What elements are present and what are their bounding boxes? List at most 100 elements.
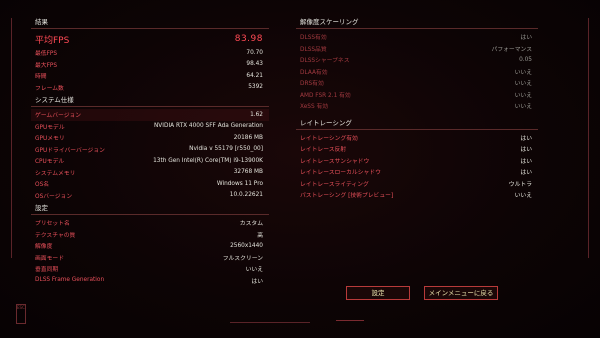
row-label: 垂直同期: [35, 267, 59, 274]
row-value: いいえ: [514, 69, 532, 76]
row-label: 解像度: [35, 244, 53, 251]
frame-tick-bottom: [336, 320, 364, 321]
settings-row: 画面モード フルスクリーン: [31, 252, 269, 264]
scaling-row: DLSS品質 パフォーマンス: [296, 43, 538, 55]
row-label: 時間: [35, 74, 47, 81]
row-label: DLSS有効: [300, 35, 327, 42]
row-value: 13th Gen Intel(R) Core(TM) i9-13900K: [153, 157, 263, 164]
scaling-row: XeSS 有効 いいえ: [296, 100, 538, 112]
row-value: 10.0.22621: [229, 192, 263, 199]
scaling-row: DLAA有効 いいえ: [296, 66, 538, 78]
frame-line-bottom: [230, 322, 310, 323]
row-value: いいえ: [514, 193, 532, 200]
max-fps-row: 最大FPS 98.43: [31, 59, 269, 71]
row-label: DLAA有効: [300, 69, 328, 76]
scaling-title: 解像度スケーリング: [296, 17, 538, 29]
row-value: はい: [251, 278, 263, 285]
row-value: 2560x1440: [230, 242, 263, 249]
system-row: GPUモデル NVIDIA RTX 4000 SFF Ada Generation: [31, 121, 269, 133]
row-value: カスタム: [239, 221, 263, 228]
system-row: GPUメモリ 20186 MB: [31, 132, 269, 144]
avg-fps-value: 83.98: [234, 34, 263, 44]
row-label: レイトレース反射: [300, 147, 347, 154]
row-value: 64.21: [246, 72, 263, 79]
row-label: レイトレースサンシャドウ: [300, 158, 370, 165]
row-label: GPUモデル: [35, 124, 65, 131]
row-value: ウルトラ: [508, 181, 532, 188]
settings-row: DLSS Frame Generation はい: [31, 275, 269, 287]
row-value: 98.43: [246, 61, 263, 68]
scaling-row: DLSSシャープネス 0.05: [296, 54, 538, 66]
row-value: 1.62: [250, 111, 263, 118]
frame-line-right: [588, 18, 589, 258]
row-value: 高: [257, 232, 263, 239]
raytracing-row: レイトレースライティング ウルトラ: [296, 178, 538, 190]
row-value: 32768 MB: [233, 169, 263, 176]
frame-line-left: [11, 18, 12, 258]
row-label: XeSS 有効: [300, 104, 329, 111]
row-label: システムメモリ: [35, 170, 76, 177]
scaling-section: 解像度スケーリング DLSS有効 はい DLSS品質 パフォーマンス DLSSシャー…: [296, 17, 538, 112]
row-label: CPUモデル: [35, 159, 65, 166]
row-label: 最低FPS: [35, 51, 58, 58]
row-value: はい: [520, 147, 532, 154]
row-label: DLSS品質: [300, 46, 327, 53]
raytracing-row: レイトレースサンシャドウ はい: [296, 155, 538, 167]
row-label: レイトレーシング有効: [300, 135, 358, 142]
avg-fps-row: 平均FPS 83.98: [31, 31, 269, 47]
row-label: OS名: [35, 182, 50, 189]
settings-row: 垂直同期 いいえ: [31, 263, 269, 275]
time-row: 時間 64.21: [31, 70, 269, 82]
system-row: GPUドライバーバージョン Nvidia v 55179 [r550_00]: [31, 144, 269, 156]
row-label: プリセット名: [35, 221, 70, 228]
system-row: OSバージョン 10.0.22621: [31, 190, 269, 202]
row-value: いいえ: [514, 104, 532, 111]
row-value: 5392: [248, 84, 263, 91]
row-value: 70.70: [246, 49, 263, 56]
raytracing-section: レイトレーシング レイトレーシング有効 はい レイトレース反射 はい レイトレースサ…: [296, 118, 538, 201]
row-value: いいえ: [514, 81, 532, 88]
raytracing-row: レイトレーシング有効 はい: [296, 132, 538, 144]
settings-section: 設定 プリセット名 カスタム テクスチャの質 高 解像度 2560x1440 画面モー…: [31, 203, 269, 286]
row-label: AMD FSR 2.1 有効: [300, 92, 351, 99]
row-label: OSバージョン: [35, 193, 73, 200]
row-value: はい: [520, 35, 532, 42]
system-section: システム仕様 ゲームバージョン 1.62 GPUモデル NVIDIA RTX 400…: [31, 95, 269, 201]
row-label: 画面モード: [35, 255, 64, 262]
avg-fps-label: 平均FPS: [35, 35, 70, 46]
row-label: レイトレースローカルシャドウ: [300, 170, 381, 177]
corner-badge: ESC: [16, 304, 26, 324]
row-value: Nvidia v 55179 [r550_00]: [189, 146, 263, 153]
min-fps-row: 最低FPS 70.70: [31, 47, 269, 59]
row-label: レイトレースライティング: [300, 181, 369, 188]
row-value: はい: [520, 170, 532, 177]
row-value: Windows 11 Pro: [216, 180, 263, 187]
scaling-row: DLSS有効 はい: [296, 31, 538, 43]
system-row: ゲームバージョン 1.62: [31, 109, 269, 121]
row-value: はい: [520, 158, 532, 165]
row-label: DLSS Frame Generation: [35, 277, 105, 284]
settings-row: テクスチャの質 高: [31, 229, 269, 241]
frames-row: フレーム数 5392: [31, 82, 269, 94]
raytracing-row: パストレーシング [技術プレビュー] いいえ: [296, 189, 538, 201]
main-menu-button[interactable]: メインメニューに戻る: [424, 286, 498, 300]
row-label: テクスチャの質: [35, 232, 76, 239]
settings-button[interactable]: 設定: [346, 286, 410, 300]
left-column: 結果 平均FPS 83.98 最低FPS 70.70 最大FPS 98.43 時間 6…: [31, 17, 269, 286]
row-value: いいえ: [514, 92, 532, 99]
settings-title: 設定: [31, 203, 269, 215]
raytracing-row: レイトレースローカルシャドウ はい: [296, 166, 538, 178]
row-value: 20186 MB: [233, 134, 263, 141]
raytracing-title: レイトレーシング: [296, 118, 538, 130]
row-value: パフォーマンス: [491, 46, 532, 53]
settings-row: プリセット名 カスタム: [31, 217, 269, 229]
scaling-row: AMD FSR 2.1 有効 いいえ: [296, 89, 538, 101]
raytracing-row: レイトレース反射 はい: [296, 143, 538, 155]
results-section: 結果 平均FPS 83.98 最低FPS 70.70 最大FPS 98.43 時間 6…: [31, 17, 269, 93]
row-value: フルスクリーン: [222, 255, 263, 262]
row-label: パストレーシング [技術プレビュー]: [300, 193, 394, 200]
row-label: GPUメモリ: [35, 136, 65, 143]
settings-row: 解像度 2560x1440: [31, 240, 269, 252]
results-title: 結果: [31, 17, 269, 29]
row-label: DLSSシャープネス: [300, 58, 350, 65]
